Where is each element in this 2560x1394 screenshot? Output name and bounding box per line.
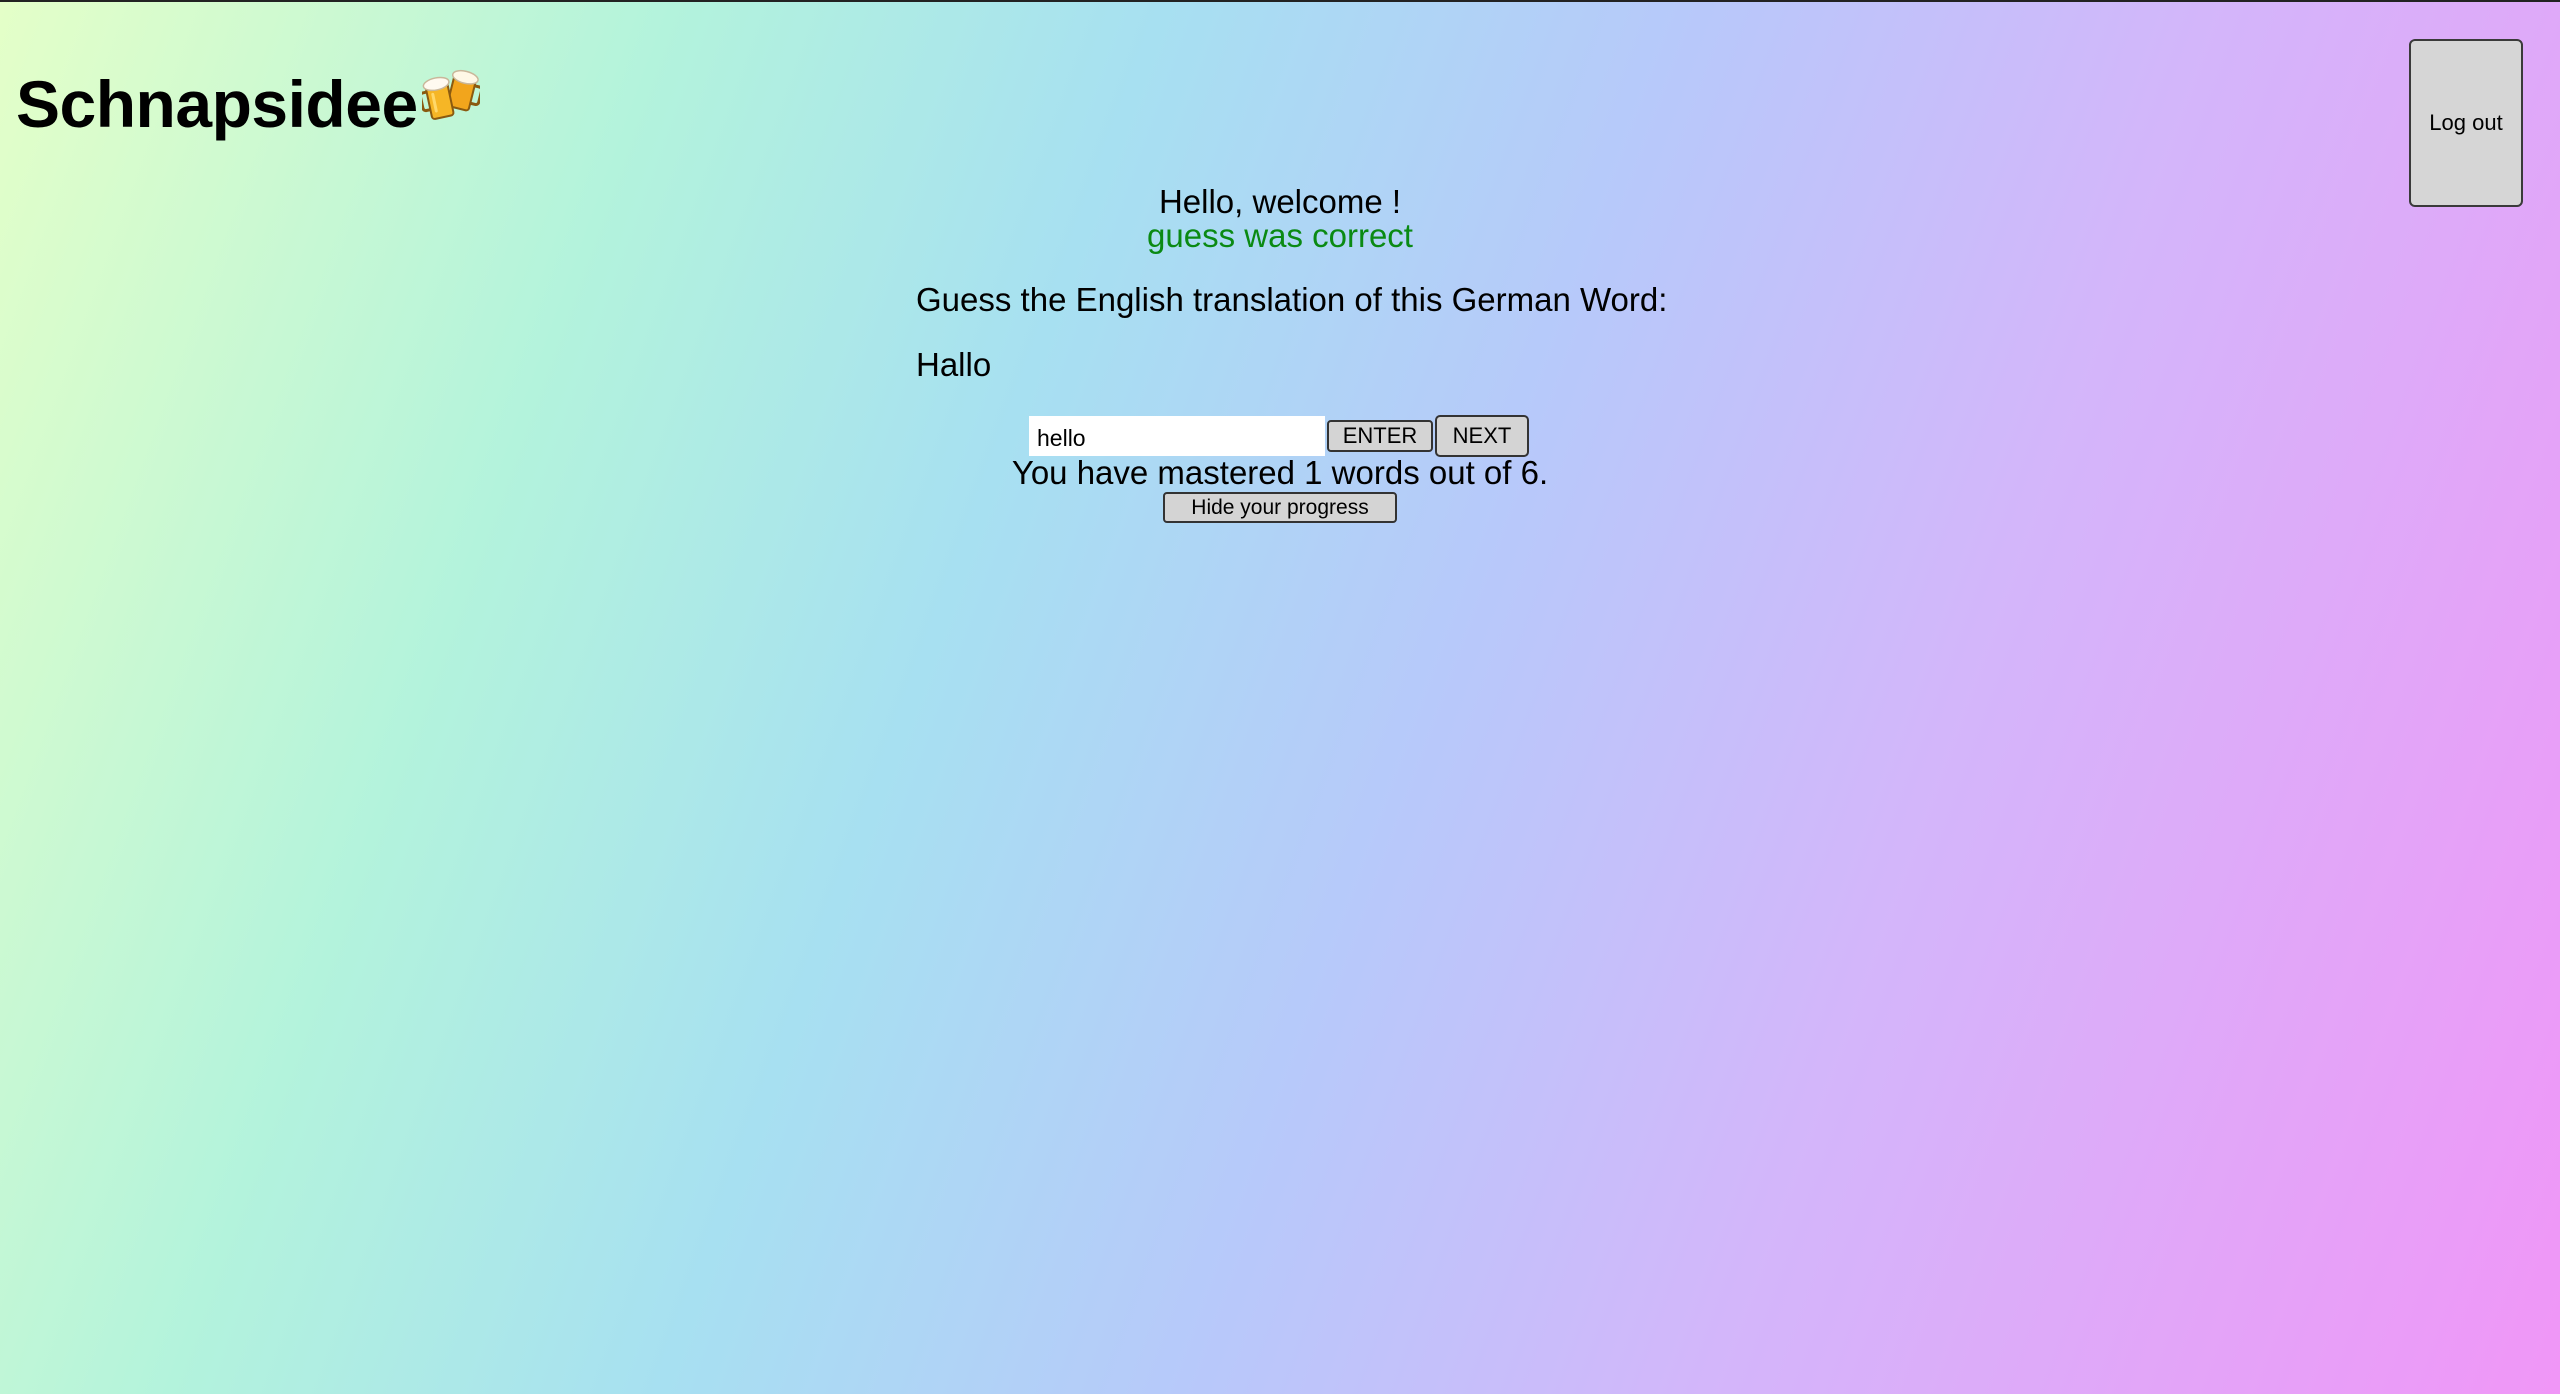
progress-summary: You have mastered 1 words out of 6. <box>1011 454 1549 491</box>
german-word: Hallo <box>916 346 992 383</box>
guess-status-message: guess was correct <box>1147 217 1413 254</box>
beer-mugs-icon <box>418 60 483 120</box>
enter-button[interactable]: ENTER <box>1327 420 1433 452</box>
hide-progress-button[interactable]: Hide your progress <box>1163 492 1397 523</box>
next-button[interactable]: NEXT <box>1435 415 1529 457</box>
translation-prompt: Guess the English translation of this Ge… <box>916 281 1668 318</box>
answer-input[interactable] <box>1029 416 1325 456</box>
answer-form: ENTER NEXT <box>1029 415 1529 457</box>
app-name: Schnapsidee <box>16 67 418 141</box>
app-title: Schnapsidee <box>16 60 483 144</box>
window-top-border <box>0 0 2560 2</box>
